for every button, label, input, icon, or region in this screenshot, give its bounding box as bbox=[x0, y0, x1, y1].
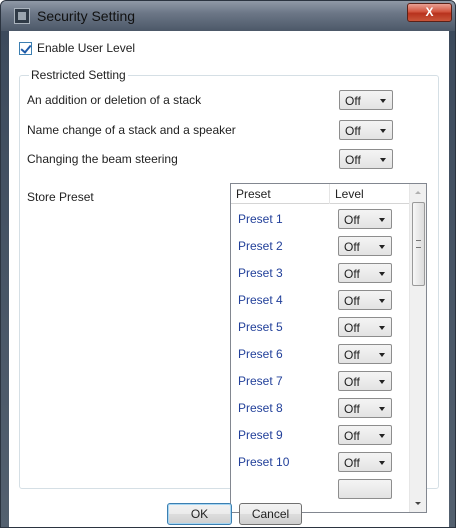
preset-level-dropdown[interactable]: Off bbox=[338, 425, 392, 445]
preset-table-scrollbar[interactable] bbox=[409, 184, 426, 512]
dropdown-value: Off bbox=[344, 375, 360, 389]
title-bar[interactable]: Security Setting X bbox=[1, 1, 455, 31]
table-row: Preset 5 Off bbox=[231, 314, 411, 341]
preset-table-header: Preset Level bbox=[231, 184, 411, 204]
table-row: Preset 4 Off bbox=[231, 287, 411, 314]
table-row: Preset 6 Off bbox=[231, 341, 411, 368]
preset-table: Preset Level Preset 1 Off Preset 2 Off P… bbox=[230, 183, 427, 513]
preset-level-dropdown[interactable]: Off bbox=[338, 236, 392, 256]
chevron-down-icon bbox=[379, 407, 385, 411]
ok-button[interactable]: OK bbox=[167, 503, 232, 525]
chevron-down-icon bbox=[379, 326, 385, 330]
chevron-down-icon bbox=[379, 380, 385, 384]
scroll-up-icon[interactable] bbox=[410, 184, 426, 201]
table-row: Preset 7 Off bbox=[231, 368, 411, 395]
table-row: Preset 9 Off bbox=[231, 422, 411, 449]
preset-level-dropdown[interactable]: Off bbox=[338, 371, 392, 391]
beam-steering-dropdown[interactable]: Off bbox=[339, 149, 393, 169]
preset-name: Preset 9 bbox=[238, 428, 283, 442]
preset-name: Preset 1 bbox=[238, 212, 283, 226]
dropdown-value: Off bbox=[344, 321, 360, 335]
dropdown-value: Off bbox=[344, 348, 360, 362]
preset-name: Preset 4 bbox=[238, 293, 283, 307]
dropdown-value: Off bbox=[345, 124, 361, 138]
preset-name: Preset 10 bbox=[238, 455, 290, 469]
preset-name: Preset 2 bbox=[238, 239, 283, 253]
enable-user-level-checkbox[interactable] bbox=[19, 41, 32, 55]
name-change-dropdown[interactable]: Off bbox=[339, 120, 393, 140]
preset-level-dropdown[interactable]: Off bbox=[338, 317, 392, 337]
dropdown-value: Off bbox=[344, 240, 360, 254]
dialog-client-area: Enable User Level Restricted Setting An … bbox=[9, 31, 449, 527]
name-change-label: Name change of a stack and a speaker bbox=[27, 123, 236, 137]
preset-level-dropdown[interactable]: Off bbox=[338, 263, 392, 283]
preset-name: Preset 3 bbox=[238, 266, 283, 280]
preset-name: Preset 6 bbox=[238, 347, 283, 361]
table-row: Preset 8 Off bbox=[231, 395, 411, 422]
dropdown-value: Off bbox=[344, 429, 360, 443]
chevron-down-icon bbox=[380, 129, 386, 133]
restricted-setting-title: Restricted Setting bbox=[29, 68, 128, 82]
scroll-down-icon[interactable] bbox=[410, 495, 426, 512]
column-divider bbox=[329, 184, 330, 204]
stack-add-delete-dropdown[interactable]: Off bbox=[339, 90, 393, 110]
table-row: Preset 10 Off bbox=[231, 449, 411, 476]
enable-user-level-label: Enable User Level bbox=[37, 41, 136, 55]
store-preset-label: Store Preset bbox=[27, 190, 94, 204]
preset-level-dropdown[interactable]: Off bbox=[338, 209, 392, 229]
preset-name: Preset 5 bbox=[238, 320, 283, 334]
app-icon bbox=[14, 8, 30, 24]
dropdown-value: Off bbox=[344, 456, 360, 470]
preset-name: Preset 7 bbox=[238, 374, 283, 388]
dropdown-value: Off bbox=[345, 94, 361, 108]
dropdown-value: Off bbox=[344, 213, 360, 227]
table-row: Preset 1 Off bbox=[231, 206, 411, 233]
preset-level-dropdown[interactable]: Off bbox=[338, 290, 392, 310]
stack-add-delete-label: An addition or deletion of a stack bbox=[27, 93, 202, 107]
chevron-down-icon bbox=[379, 272, 385, 276]
table-row-partial bbox=[231, 476, 411, 503]
column-header-preset[interactable]: Preset bbox=[236, 187, 271, 201]
dropdown-value: Off bbox=[344, 402, 360, 416]
preset-level-dropdown[interactable] bbox=[338, 479, 392, 499]
chevron-down-icon bbox=[380, 158, 386, 162]
chevron-down-icon bbox=[379, 434, 385, 438]
security-setting-window: Security Setting X Enable User Level Res… bbox=[0, 0, 456, 528]
preset-level-dropdown[interactable]: Off bbox=[338, 344, 392, 364]
chevron-down-icon bbox=[380, 99, 386, 103]
chevron-down-icon bbox=[379, 245, 385, 249]
chevron-down-icon bbox=[379, 353, 385, 357]
preset-level-dropdown[interactable]: Off bbox=[338, 398, 392, 418]
chevron-down-icon bbox=[379, 461, 385, 465]
dropdown-value: Off bbox=[344, 294, 360, 308]
beam-steering-label: Changing the beam steering bbox=[27, 152, 178, 166]
preset-level-dropdown[interactable]: Off bbox=[338, 452, 392, 472]
table-row: Preset 3 Off bbox=[231, 260, 411, 287]
dropdown-value: Off bbox=[345, 153, 361, 167]
table-row: Preset 2 Off bbox=[231, 233, 411, 260]
close-button[interactable]: X bbox=[407, 3, 452, 22]
window-title: Security Setting bbox=[37, 8, 136, 24]
chevron-down-icon bbox=[379, 218, 385, 222]
cancel-button[interactable]: Cancel bbox=[239, 503, 302, 525]
scrollbar-thumb[interactable] bbox=[412, 202, 425, 286]
preset-name: Preset 8 bbox=[238, 401, 283, 415]
dropdown-value: Off bbox=[344, 267, 360, 281]
chevron-down-icon bbox=[379, 299, 385, 303]
column-header-level[interactable]: Level bbox=[335, 187, 364, 201]
enable-user-level-row[interactable]: Enable User Level bbox=[19, 41, 135, 55]
